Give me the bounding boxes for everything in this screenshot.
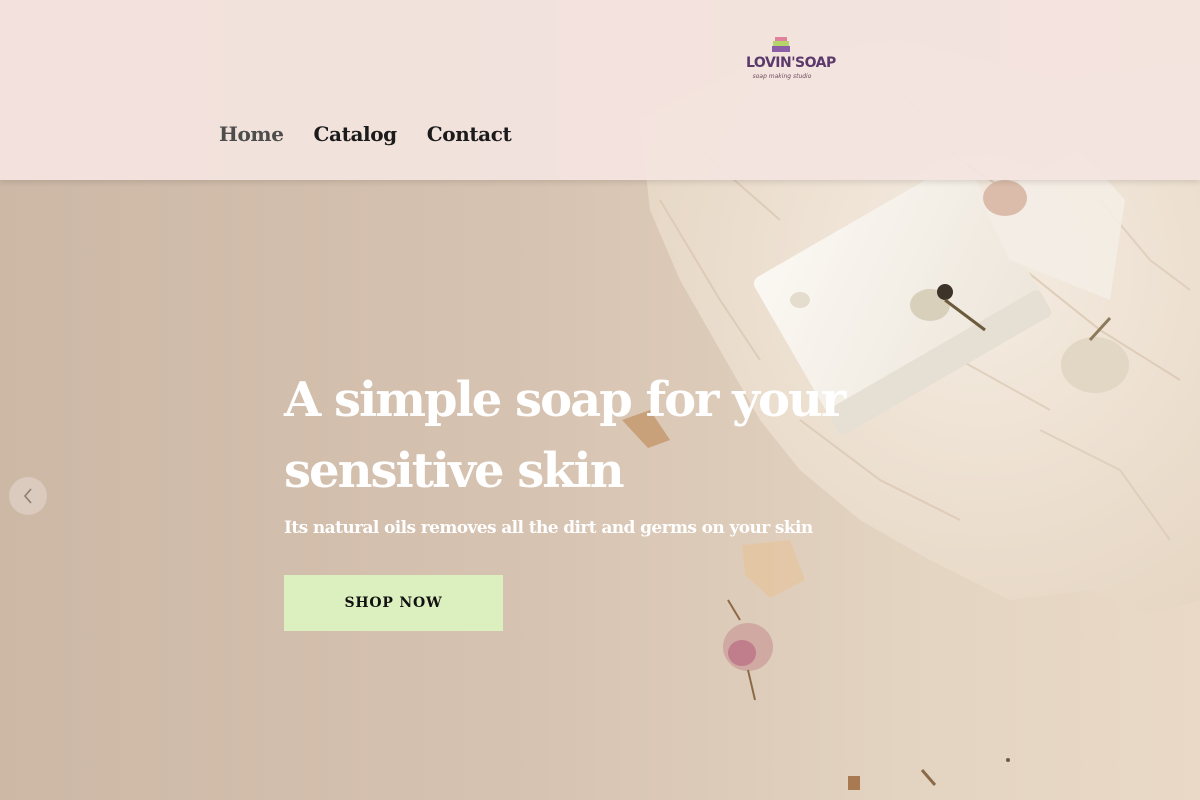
site-logo[interactable]: LOVIN'SOAP soap making studio <box>746 34 836 90</box>
slideshow-prev-button[interactable] <box>9 477 47 515</box>
site-header: LOVIN'SOAP soap making studio Home Catal… <box>0 0 1200 180</box>
nav-item-contact[interactable]: Contact <box>427 122 512 146</box>
shop-now-button[interactable]: SHOP NOW <box>284 575 503 631</box>
hero-headline: A simple soap for your sensitive skin <box>284 372 846 499</box>
chevron-left-icon <box>23 488 32 504</box>
nav-item-catalog[interactable]: Catalog <box>314 122 398 146</box>
hero-subtitle: Its natural oils removes all the dirt an… <box>284 518 813 538</box>
nav-item-home[interactable]: Home <box>219 122 284 146</box>
logo-tagline: soap making studio <box>752 73 812 80</box>
soap-stack-logo-icon <box>772 37 790 52</box>
logo-brand-text: LOVIN'SOAP <box>746 55 836 71</box>
main-navigation: Home Catalog Contact <box>219 122 512 146</box>
